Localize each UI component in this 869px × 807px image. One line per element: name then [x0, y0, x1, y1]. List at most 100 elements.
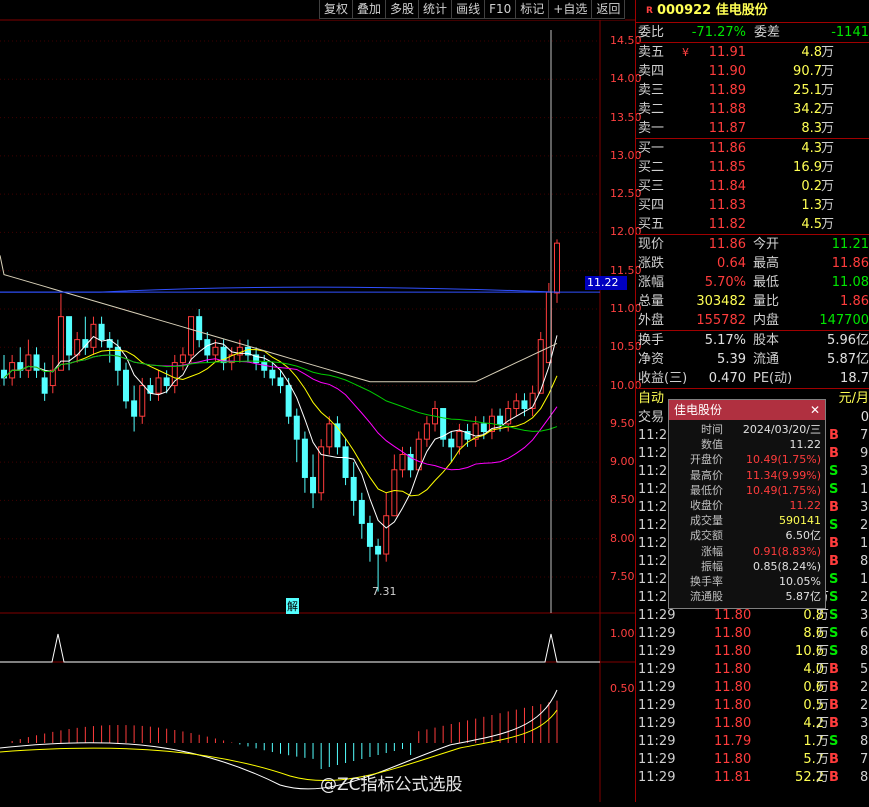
weicha-value: -1141 — [831, 25, 869, 40]
candle — [269, 369, 276, 379]
candle — [310, 476, 317, 494]
crosshair-price-label: 11.22 — [585, 276, 627, 290]
candle — [383, 515, 390, 555]
badge: R — [646, 6, 653, 16]
popup-row: 数值 11.22 — [701, 438, 821, 452]
candle — [196, 316, 203, 341]
signal-line — [0, 633, 600, 663]
share-capital: 5.96亿 — [827, 333, 869, 348]
net-asset: 5.39 — [717, 352, 746, 367]
toolbar-btn-5[interactable]: F10 — [484, 0, 517, 19]
dea-line — [0, 709, 558, 782]
candle — [57, 316, 64, 371]
candle — [513, 400, 520, 410]
candle — [261, 362, 268, 371]
volume-ratio: 1.86 — [840, 294, 869, 309]
bid-level[interactable]: 买一 11.86 4.3 万 — [636, 139, 869, 158]
toolbar-btn-6[interactable]: 标记 — [515, 0, 550, 19]
turnover: 5.17% — [704, 333, 746, 348]
popup-row: 成交量 590141 — [690, 514, 821, 528]
popup-title: 佳电股份 — [674, 403, 723, 417]
price-axis-label: 8.00 — [610, 531, 635, 545]
candle — [366, 522, 373, 547]
ask-level[interactable]: 卖四 11.90 90.7 万 — [636, 62, 869, 81]
toolbar-btn-0[interactable]: 复权 — [319, 0, 354, 19]
price-axis-label: 9.00 — [610, 455, 635, 469]
popup-row: 开盘价 10.49(1.75%) — [690, 453, 821, 467]
candle — [301, 438, 308, 478]
dif-line — [0, 689, 558, 790]
candle — [285, 385, 292, 417]
kline-chart[interactable] — [0, 0, 635, 802]
stock-code: 000922 — [656, 3, 712, 18]
candle — [497, 415, 504, 425]
ask-level[interactable]: 卖三 11.89 25.1 万 — [636, 81, 869, 100]
trade-row: 11:29 11.80 4.0 万 B 5 — [638, 662, 869, 677]
bid-level[interactable]: 买四 11.83 1.3 万 — [636, 196, 869, 215]
current-price: 11.86 — [708, 237, 746, 252]
popup-row: 最低价 10.49(1.75%) — [690, 483, 821, 497]
candle — [399, 453, 406, 471]
toolbar-btn-3[interactable]: 统计 — [418, 0, 453, 19]
change-pct: 5.70% — [704, 275, 746, 290]
trade-row: 11:29 11.80 0.8 万 S 3 — [638, 608, 869, 623]
trade-row: 11:29 11.80 10.6 万 S 8 — [638, 644, 869, 659]
candle — [147, 385, 154, 394]
candle — [122, 369, 129, 402]
trade-row: 11:29 11.80 4.2 万 B 3 — [638, 716, 869, 731]
candle — [155, 377, 162, 394]
bid-book: 买一 11.86 4.3 万买二 11.85 16.9 万买三 11.84 0.2 万买四 11.8… — [636, 138, 869, 234]
toolbar-btn-4[interactable]: 画线 — [451, 0, 486, 19]
open-price: 11.21 — [831, 237, 869, 252]
toolbar-btn-2[interactable]: 多股 — [385, 0, 420, 19]
candle — [49, 369, 56, 387]
candle — [41, 377, 48, 394]
bid-level[interactable]: 买五 11.82 4.5 万 — [636, 215, 869, 234]
jie-marker[interactable]: 解 — [286, 598, 299, 614]
weicha-label: 委差 — [754, 25, 781, 40]
watermark: @ZC指标公式选股 — [320, 775, 463, 795]
weibi-label: 委比 — [638, 25, 665, 40]
popup-row: 最高价 11.34(9.99%) — [690, 468, 821, 482]
trade-row: 11:2911.8152.2万B85 — [638, 770, 869, 785]
trade-row: 11:29 11.80 8.6 万 S 6 — [638, 626, 869, 641]
toolbar-btn-7[interactable]: +自选 — [548, 0, 593, 19]
candle — [521, 400, 528, 410]
candle — [375, 545, 382, 555]
candle — [188, 316, 195, 356]
stock-name: 佳电股份 — [715, 3, 768, 18]
trade-row: 11:29 11.80 5.7 万 B 7 — [638, 752, 869, 767]
candle — [277, 377, 284, 387]
popup-row: 换手率 10.05% — [690, 574, 821, 588]
candle — [448, 438, 455, 448]
candle — [90, 323, 97, 348]
low-price: 11.08 — [831, 275, 869, 290]
trade-row: 11:2911.791.7万S85 — [638, 734, 869, 749]
popup-row: 涨幅 0.91(8.83%) — [701, 544, 821, 558]
popup-row: 振幅 0.85(8.24%) — [701, 559, 821, 573]
toolbar-btn-1[interactable]: 叠加 — [352, 0, 387, 19]
candle — [554, 242, 560, 294]
pe-ratio: 18.7 — [840, 371, 869, 386]
weibi-row: 委比 -71.27% 委差 -1141 — [636, 23, 869, 42]
eps: 0.470 — [708, 371, 746, 386]
ask-level[interactable]: 卖二 11.88 34.2 万 — [636, 100, 869, 119]
popup-row: 流通股 5.87亿 — [690, 590, 821, 604]
price-axis-label: 7.50 — [610, 570, 635, 583]
candle — [423, 423, 430, 440]
ask-level[interactable]: 卖一 11.87 8.3 万 — [636, 119, 869, 138]
inner-volume: 147700 — [819, 313, 869, 328]
data-popup: 佳电股份 ✕ 时间 2024/03/20/三 数值 11.22 开盘价 10.49(1.75… — [668, 399, 826, 609]
close-icon[interactable]: ✕ — [810, 400, 820, 420]
stock-title[interactable]: R 000922 佳电股份 — [636, 0, 869, 23]
candle — [358, 499, 365, 524]
bid-level[interactable]: 买二 11.85 16.9 万 — [636, 158, 869, 177]
toolbar-btn-8[interactable]: 返回 — [591, 0, 626, 19]
candle — [139, 385, 146, 417]
bid-level[interactable]: 买三 11.84 0.2 万 — [636, 177, 869, 196]
price-axis-label: 9.50 — [610, 416, 635, 430]
ask-level[interactable]: 卖五 ¥11.91 4.8 万 — [636, 43, 869, 62]
blue-line — [0, 286, 558, 293]
total-volume: 303482 — [696, 294, 746, 309]
candle — [391, 469, 398, 517]
